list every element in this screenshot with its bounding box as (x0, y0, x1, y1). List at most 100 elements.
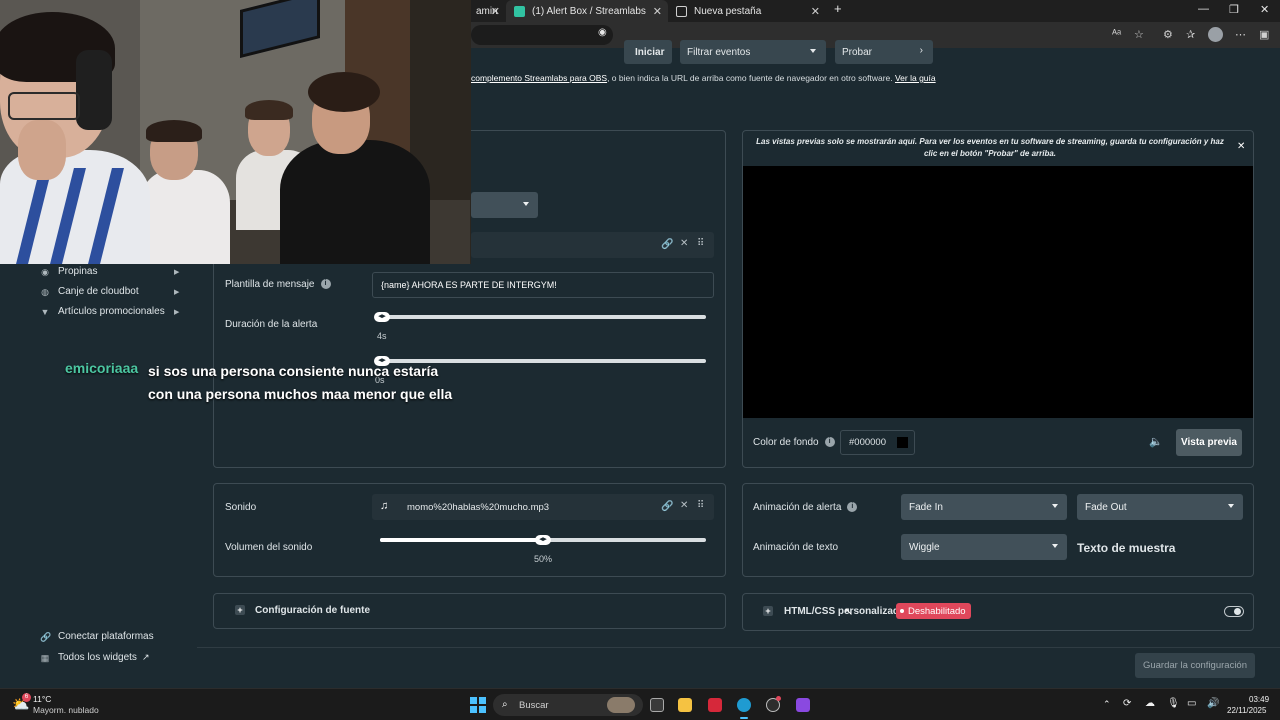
favorite-star-icon[interactable]: ☆ (1134, 28, 1144, 41)
file-explorer-icon[interactable] (678, 698, 692, 712)
cloud-icon[interactable]: ☁ (1145, 698, 1155, 709)
edge-icon[interactable] (737, 698, 751, 712)
sidebar-toggle-icon[interactable]: ▣ (1259, 28, 1269, 41)
notification-badge: 6 (22, 693, 31, 702)
close-tab-icon[interactable]: ✕ (653, 5, 662, 18)
text-animation-dropdown[interactable]: Wiggle (901, 534, 1067, 560)
launch-label: Iniciar (635, 46, 665, 58)
preview-notice: Las vistas previas solo se mostrarán aqu… (756, 137, 1224, 158)
sidebar-item-label: Artículos promocionales (58, 306, 165, 317)
link-icon[interactable]: 🔗 (661, 501, 673, 512)
volume-icon[interactable]: 🔈 (1149, 435, 1163, 448)
task-view-icon[interactable] (650, 698, 664, 712)
bg-color-input[interactable]: #000000 (840, 430, 915, 455)
search-icon: ⌕ (502, 699, 508, 710)
start-button[interactable] (470, 697, 486, 713)
info-icon[interactable]: i (824, 437, 835, 448)
display-icon[interactable]: ▭ (1187, 698, 1196, 709)
guide-link[interactable]: Ver la guía (895, 73, 936, 83)
weather-desc[interactable]: Mayorm. nublado (33, 705, 99, 715)
close-window-button[interactable]: ✕ (1260, 3, 1269, 16)
clear-icon[interactable]: ✕ (680, 238, 688, 249)
clock-date[interactable]: 22/11/2025 (1227, 706, 1266, 715)
grid-icon: ▦ (40, 652, 50, 663)
message-template-input[interactable]: {name} AHORA ES PARTE DE INTERGYM! (372, 272, 714, 298)
volume-fill (380, 538, 543, 542)
grid-icon[interactable]: ⠿ (697, 500, 704, 511)
sidebar-item-label: Propinas (58, 266, 98, 277)
chevron-right-icon[interactable]: ▶ (174, 268, 179, 276)
font-config-label[interactable]: Configuración de fuente (255, 605, 370, 616)
clear-icon[interactable]: ✕ (680, 500, 688, 511)
link-icon[interactable]: 🔗 (661, 239, 673, 250)
sidebar-item-cloudbot[interactable]: ◍ Canje de cloudbot (40, 286, 139, 297)
preview-button[interactable]: Vista previa (1176, 429, 1242, 456)
clock-time[interactable]: 03:49 (1249, 695, 1269, 704)
twitch-icon[interactable] (796, 698, 810, 712)
url-field[interactable] (471, 25, 613, 45)
windows-logo-icon (479, 697, 486, 704)
custom-css-toggle[interactable] (1224, 606, 1244, 617)
sidebar-item-merch[interactable]: ▼ Artículos promocionales (40, 306, 165, 317)
sidebar-item-widgets[interactable]: ▦ Todos los widgets ↗ (40, 652, 150, 663)
image-file-input[interactable]: 🔗 ✕ ⠿ (471, 232, 714, 258)
status-badge: Deshabilitado (896, 603, 971, 619)
link-icon: 🔗 (40, 631, 52, 642)
slider-handle[interactable]: ◂▸ (535, 535, 551, 545)
grid-icon[interactable]: ⠿ (697, 238, 704, 249)
maximize-button[interactable]: ❐ (1229, 3, 1239, 16)
chevron-right-icon[interactable]: ▶ (174, 308, 179, 316)
mouse-cursor-icon: ↖ (844, 606, 854, 618)
volume-slider[interactable]: ◂▸ (380, 535, 706, 545)
expand-icon[interactable]: + (763, 606, 773, 616)
tab-label: (1) Alert Box / Streamlabs (532, 5, 646, 17)
tab-label: Nueva pestaña (694, 5, 762, 17)
speaker-icon[interactable]: 🔊 (1207, 698, 1219, 709)
app-icon[interactable] (708, 698, 722, 712)
tab-new-tab[interactable]: Nueva pestaña ✕ (668, 0, 826, 22)
read-aloud-icon[interactable]: ᴬᵃ (1112, 28, 1121, 40)
expand-icon[interactable]: + (235, 605, 245, 615)
taskbar-search[interactable]: ⌕ Buscar (493, 694, 643, 716)
sound-file-input[interactable]: ♫ momo%20hablas%20mucho.mp3 🔗 ✕ ⠿ (372, 494, 714, 520)
close-icon[interactable]: ✕ (1237, 141, 1245, 152)
save-settings-button[interactable]: Guardar la configuración (1135, 653, 1255, 678)
webcam-overlay (0, 0, 471, 264)
more-menu-icon[interactable]: ⋯ (1235, 28, 1246, 41)
sidebar-item-tips[interactable]: ◉ Propinas (40, 266, 97, 277)
profile-avatar[interactable] (1208, 27, 1223, 42)
info-icon[interactable]: i (847, 502, 858, 513)
launch-button[interactable]: Iniciar (624, 40, 672, 64)
info-icon[interactable]: i (320, 279, 331, 290)
alert-out-dropdown[interactable]: Fade Out (1077, 494, 1243, 520)
sync-icon[interactable]: ⟳ (1123, 698, 1131, 709)
favorites-icon[interactable]: ✰ (1186, 28, 1195, 41)
person-body (140, 170, 230, 264)
alert-duration-slider[interactable]: ◂▸ (374, 312, 706, 322)
minimize-button[interactable]: — (1198, 3, 1209, 15)
tab-streamlabs-partial[interactable]: amin ✕ (468, 0, 506, 22)
sidebar-item-connect[interactable]: 🔗 Conectar plataformas (40, 631, 154, 642)
obs-plugin-link[interactable]: complemento Streamlabs para OBS (471, 73, 607, 83)
slider-handle[interactable]: ◂▸ (374, 312, 390, 322)
tab-alert-box[interactable]: (1) Alert Box / Streamlabs ✕ (506, 0, 668, 22)
color-swatch[interactable] (897, 437, 908, 448)
tray-chevron-icon[interactable]: ⌃ (1103, 699, 1111, 710)
extensions-icon[interactable]: ⚙ (1163, 28, 1173, 41)
close-tab-icon[interactable]: ✕ (491, 5, 500, 18)
mic-icon[interactable]: 🎙 (1167, 698, 1180, 709)
filter-events-dropdown[interactable]: Filtrar eventos (680, 40, 826, 64)
test-button[interactable]: Probar › (835, 40, 933, 64)
weather-temp[interactable]: 11°C (33, 694, 51, 704)
chevron-right-icon[interactable]: ▶ (174, 288, 179, 296)
alert-in-dropdown[interactable]: Fade In (901, 494, 1067, 520)
new-tab-button[interactable]: + (834, 1, 842, 16)
windows-logo-icon (470, 706, 477, 713)
sample-text: Texto de muestra (1077, 541, 1176, 555)
headset (76, 50, 112, 130)
message-template-text: Plantilla de mensaje (225, 279, 315, 290)
layout-dropdown[interactable] (471, 192, 538, 218)
close-tab-icon[interactable]: ✕ (811, 5, 820, 18)
eye-icon[interactable]: ◉ (598, 27, 607, 38)
text-animation-label: Animación de texto (753, 542, 839, 553)
